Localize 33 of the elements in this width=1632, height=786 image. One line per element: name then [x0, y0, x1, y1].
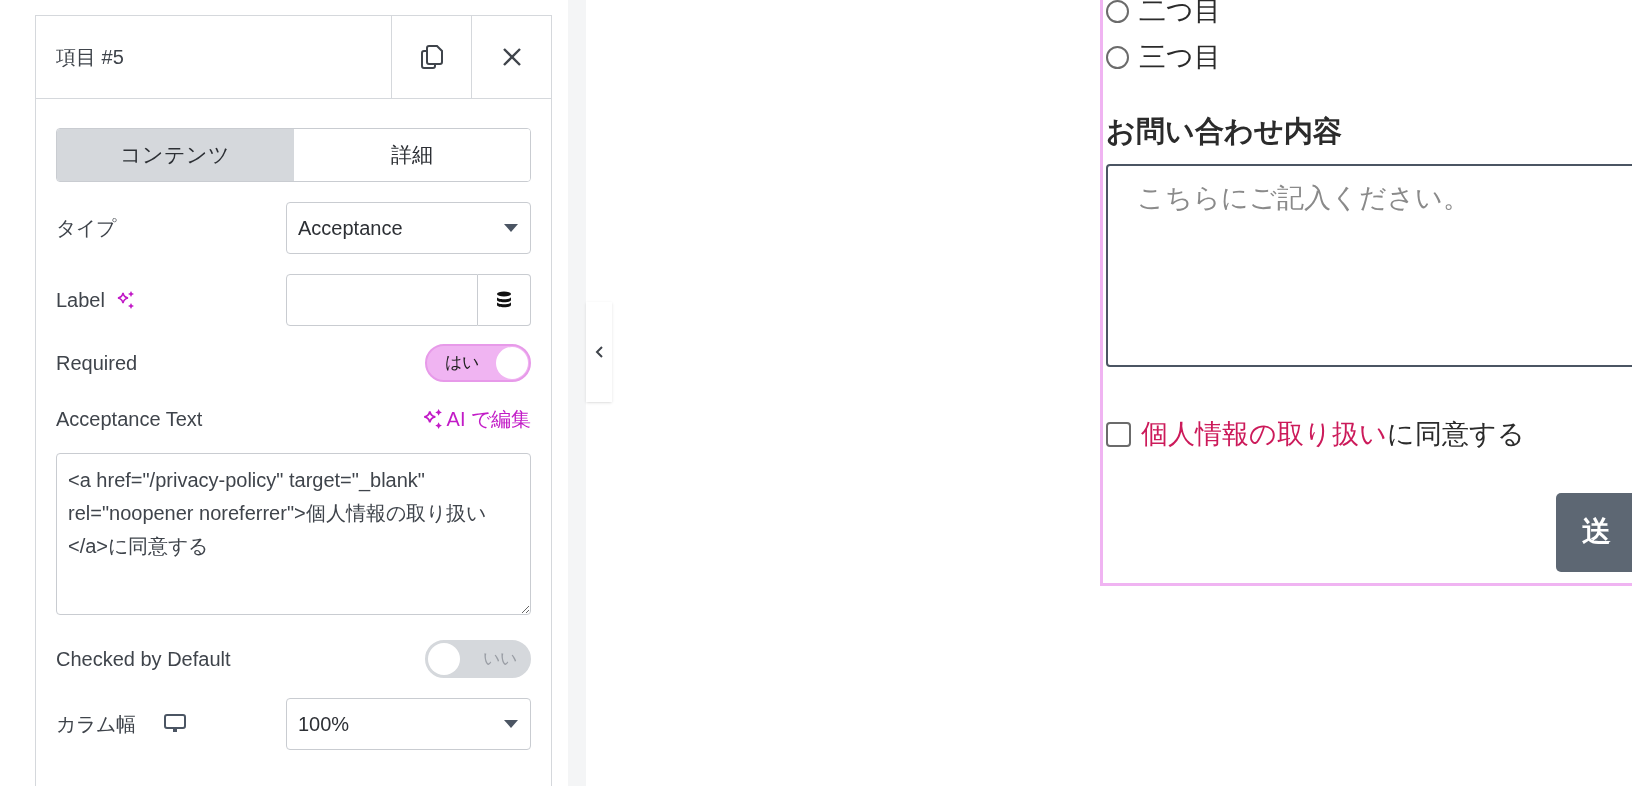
copy-icon — [420, 45, 443, 69]
submit-button[interactable]: 送 — [1556, 492, 1632, 572]
panel-title: 項目 #5 — [55, 45, 125, 70]
privacy-link[interactable]: 個人情報の取り扱い — [1141, 419, 1387, 449]
message-label: お問い合わせ内容 — [1106, 114, 1343, 149]
panel-tab[interactable]: コンテンツ — [57, 129, 294, 181]
field-label: タイプ — [56, 216, 116, 241]
toggle-knob — [496, 347, 528, 379]
radio-button[interactable] — [1106, 45, 1129, 69]
field-label: カラム幅 — [56, 712, 136, 737]
caret-icon — [503, 719, 519, 729]
chevron-left-icon — [594, 345, 604, 359]
close-icon — [501, 47, 522, 67]
select-field[interactable]: 100% — [286, 698, 531, 750]
acceptance-text-field[interactable]: <a href="/privacy-policy" target="_blank" rel="noopener noreferrer">個人情報の取り扱い</a>に同意する — [56, 453, 531, 615]
field-label: Acceptance Text — [56, 407, 203, 432]
toggle-switch[interactable]: はい — [425, 344, 531, 382]
label-input-field[interactable] — [286, 274, 478, 326]
database-icon — [496, 291, 512, 309]
radio-button[interactable] — [1106, 0, 1129, 23]
message-field[interactable]: こちらにご記入ください。 — [1106, 163, 1632, 367]
field-label: Checked by Default — [56, 647, 231, 672]
radio-label: 二つ目 — [1139, 0, 1221, 28]
acceptance-checkbox[interactable] — [1106, 421, 1131, 447]
toggle-knob — [428, 643, 460, 675]
ai-edit-link[interactable]: AI で編集 — [420, 404, 531, 434]
dynamic-tags-button[interactable] — [478, 274, 531, 326]
select-field[interactable]: Acceptance — [286, 202, 531, 254]
field-label: Required — [56, 351, 138, 376]
field-label: Label — [56, 288, 105, 313]
radio-label: 三つ目 — [1139, 40, 1221, 74]
acceptance-text: 個人情報の取り扱いに同意する — [1141, 418, 1525, 451]
caret-icon — [503, 223, 519, 233]
